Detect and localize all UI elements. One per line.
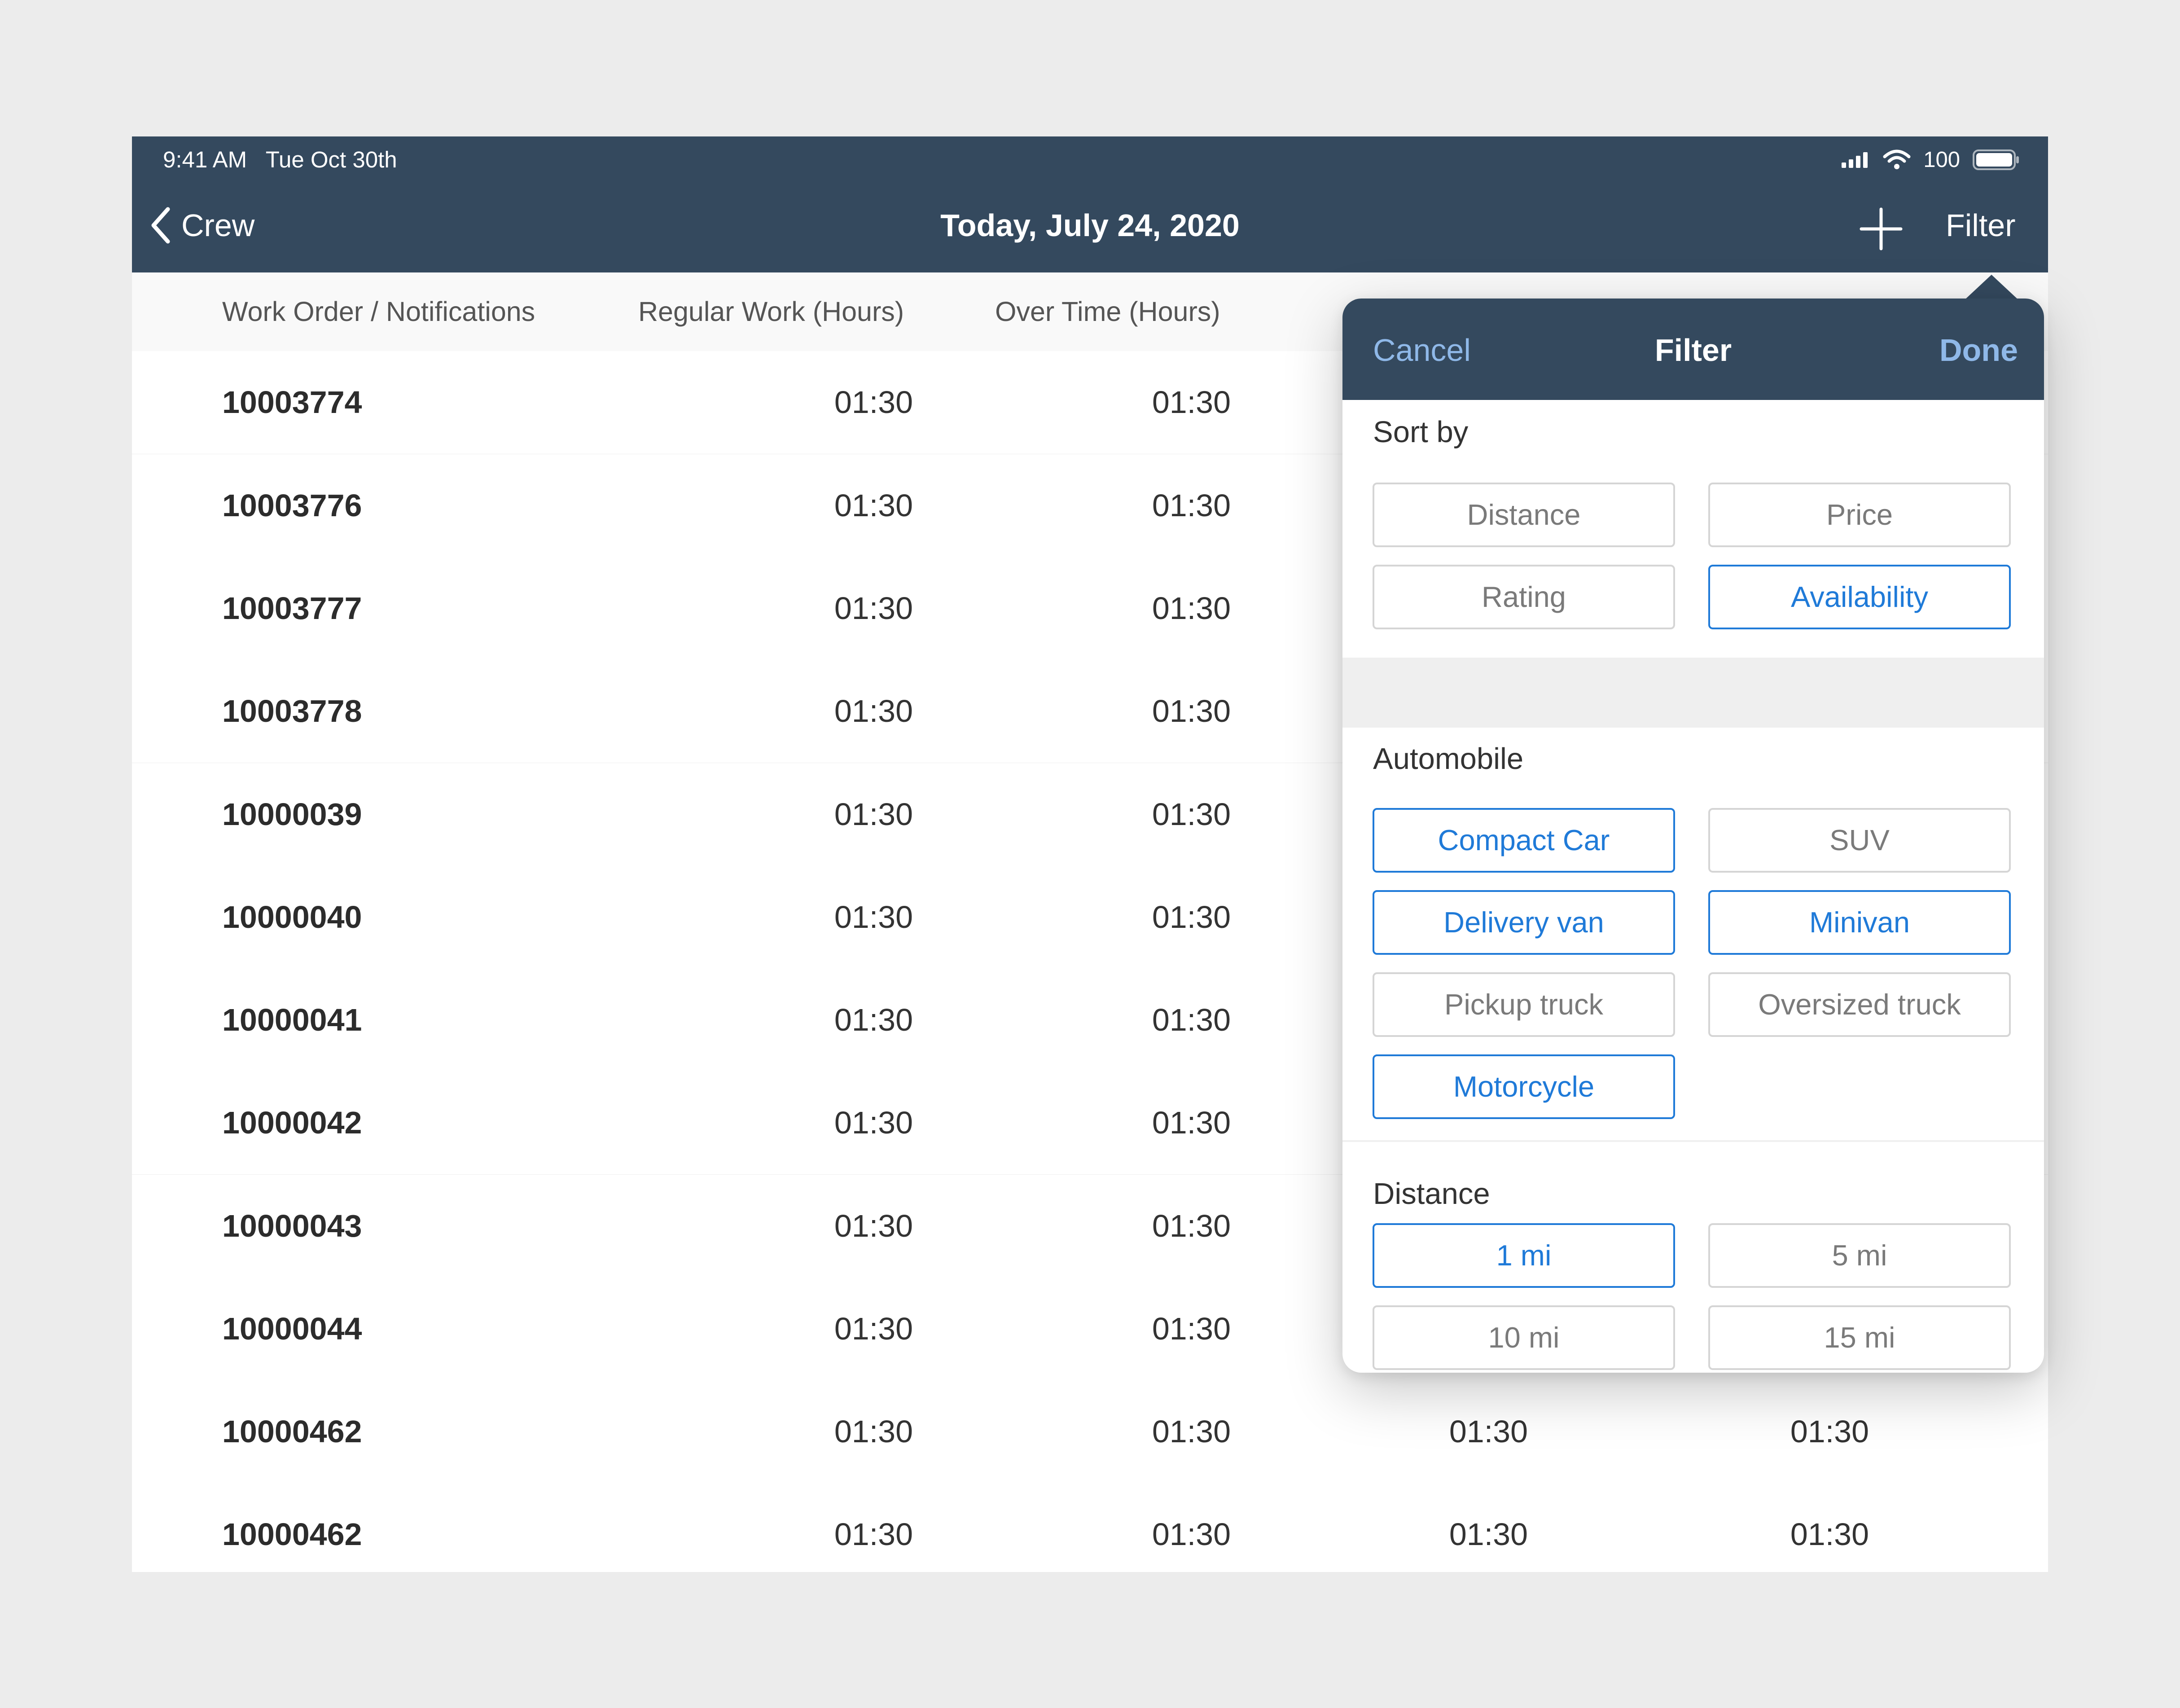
overtime-hours: 01:30 [1152, 1517, 1231, 1552]
distance-option-10-mi[interactable]: 10 mi [1373, 1305, 1675, 1370]
work-order-id: 10000462 [222, 1517, 362, 1552]
work-order-id: 10000039 [222, 797, 362, 832]
status-time-date: 9:41 AM Tue Oct 30th [163, 145, 397, 174]
regular-hours: 01:30 [834, 1208, 913, 1243]
overtime-hours: 01:30 [1152, 1105, 1231, 1140]
overtime-hours: 01:30 [1152, 488, 1231, 523]
column-header-regular-work[interactable]: Regular Work (Hours) [638, 272, 904, 351]
section-divider [1342, 1140, 2044, 1142]
section-label-sort-by: Sort by [1373, 415, 1469, 449]
popover-arrow [1965, 275, 2018, 300]
regular-hours: 01:30 [834, 488, 913, 523]
overtime-hours: 01:30 [1152, 1414, 1231, 1449]
filter-popover: Cancel Filter Done Sort by Distance Pric… [1342, 299, 2044, 1373]
automobile-option-oversized-truck[interactable]: Oversized truck [1708, 972, 2011, 1037]
work-order-id: 10000042 [222, 1105, 362, 1140]
distance-option-1-mi[interactable]: 1 mi [1373, 1223, 1675, 1288]
regular-hours: 01:30 [834, 591, 913, 626]
status-bar: 9:41 AM Tue Oct 30th 100 [132, 136, 2048, 178]
regular-hours: 01:30 [834, 1105, 913, 1140]
section-separator [1342, 658, 2044, 728]
status-time: 9:41 AM [163, 147, 247, 172]
status-date: Tue Oct 30th [265, 147, 397, 172]
section-label-distance: Distance [1373, 1177, 1490, 1211]
page-title: Today, July 24, 2020 [940, 208, 1240, 243]
column-header-work-order[interactable]: Work Order / Notifications [222, 272, 535, 351]
regular-hours: 01:30 [834, 1311, 913, 1346]
overtime-hours: 01:30 [1152, 694, 1231, 729]
automobile-option-motorcycle[interactable]: Motorcycle [1373, 1054, 1675, 1119]
sort-option-price[interactable]: Price [1708, 483, 2011, 547]
section-label-automobile: Automobile [1373, 742, 1524, 776]
battery-icon [1973, 149, 2019, 170]
column-header-over-time[interactable]: Over Time (Hours) [995, 272, 1220, 351]
regular-hours: 01:30 [834, 1002, 913, 1037]
filter-popover-header: Cancel Filter Done [1342, 299, 2044, 400]
sort-option-availability[interactable]: Availability [1708, 565, 2011, 629]
work-order-id: 10000462 [222, 1414, 362, 1449]
automobile-option-compact-car[interactable]: Compact Car [1373, 808, 1675, 873]
signal-icon [1842, 152, 1868, 168]
navigation-bar: Crew Today, July 24, 2020 Filter [132, 178, 2048, 272]
work-order-id: 10000043 [222, 1208, 362, 1243]
filter-button[interactable]: Filter [1946, 201, 2016, 250]
done-button[interactable]: Done [1939, 299, 2018, 400]
automobile-option-minivan[interactable]: Minivan [1708, 890, 2011, 955]
overtime-hours: 01:30 [1152, 1208, 1231, 1243]
work-order-id: 10003778 [222, 694, 362, 729]
automobile-option-delivery-van[interactable]: Delivery van [1373, 890, 1675, 955]
work-order-id: 10003776 [222, 488, 362, 523]
distance-option-15-mi[interactable]: 15 mi [1708, 1305, 2011, 1370]
distance-option-5-mi[interactable]: 5 mi [1708, 1223, 2011, 1288]
regular-hours: 01:30 [834, 1517, 913, 1552]
overtime-hours: 01:30 [1152, 385, 1231, 420]
regular-hours: 01:30 [834, 694, 913, 729]
plus-icon [1860, 207, 1903, 250]
overtime-hours: 01:30 [1152, 900, 1231, 935]
regular-hours: 01:30 [834, 385, 913, 420]
overtime-hours: 01:30 [1152, 1002, 1231, 1037]
status-indicators: 100 [1841, 145, 2020, 174]
sort-option-distance[interactable]: Distance [1373, 483, 1675, 547]
work-order-id: 10003777 [222, 591, 362, 626]
wifi-icon [1883, 149, 1911, 169]
automobile-option-suv[interactable]: SUV [1708, 808, 2011, 873]
table-row[interactable]: 10000462 01:30 01:30 01:30 01:30 [132, 1380, 2048, 1484]
hours-column-4: 01:30 [1449, 1517, 1528, 1552]
battery-percent: 100 [1923, 148, 1960, 172]
regular-hours: 01:30 [834, 1414, 913, 1449]
regular-hours: 01:30 [834, 797, 913, 832]
table-row[interactable]: 10000462 01:30 01:30 01:30 01:30 [132, 1483, 2048, 1572]
hours-column-5: 01:30 [1790, 1414, 1869, 1449]
sort-option-rating[interactable]: Rating [1373, 565, 1675, 629]
hours-column-4: 01:30 [1449, 1414, 1528, 1449]
filter-popover-title: Filter [1654, 333, 1732, 368]
work-order-id: 10000040 [222, 900, 362, 935]
overtime-hours: 01:30 [1152, 797, 1231, 832]
work-order-id: 10000041 [222, 1002, 362, 1037]
hours-column-5: 01:30 [1790, 1517, 1869, 1552]
automobile-option-pickup-truck[interactable]: Pickup truck [1373, 972, 1675, 1037]
add-button[interactable] [1856, 204, 1906, 254]
overtime-hours: 01:30 [1152, 591, 1231, 626]
overtime-hours: 01:30 [1152, 1311, 1231, 1346]
work-order-id: 10000044 [222, 1311, 362, 1346]
regular-hours: 01:30 [834, 900, 913, 935]
work-order-id: 10003774 [222, 385, 362, 420]
